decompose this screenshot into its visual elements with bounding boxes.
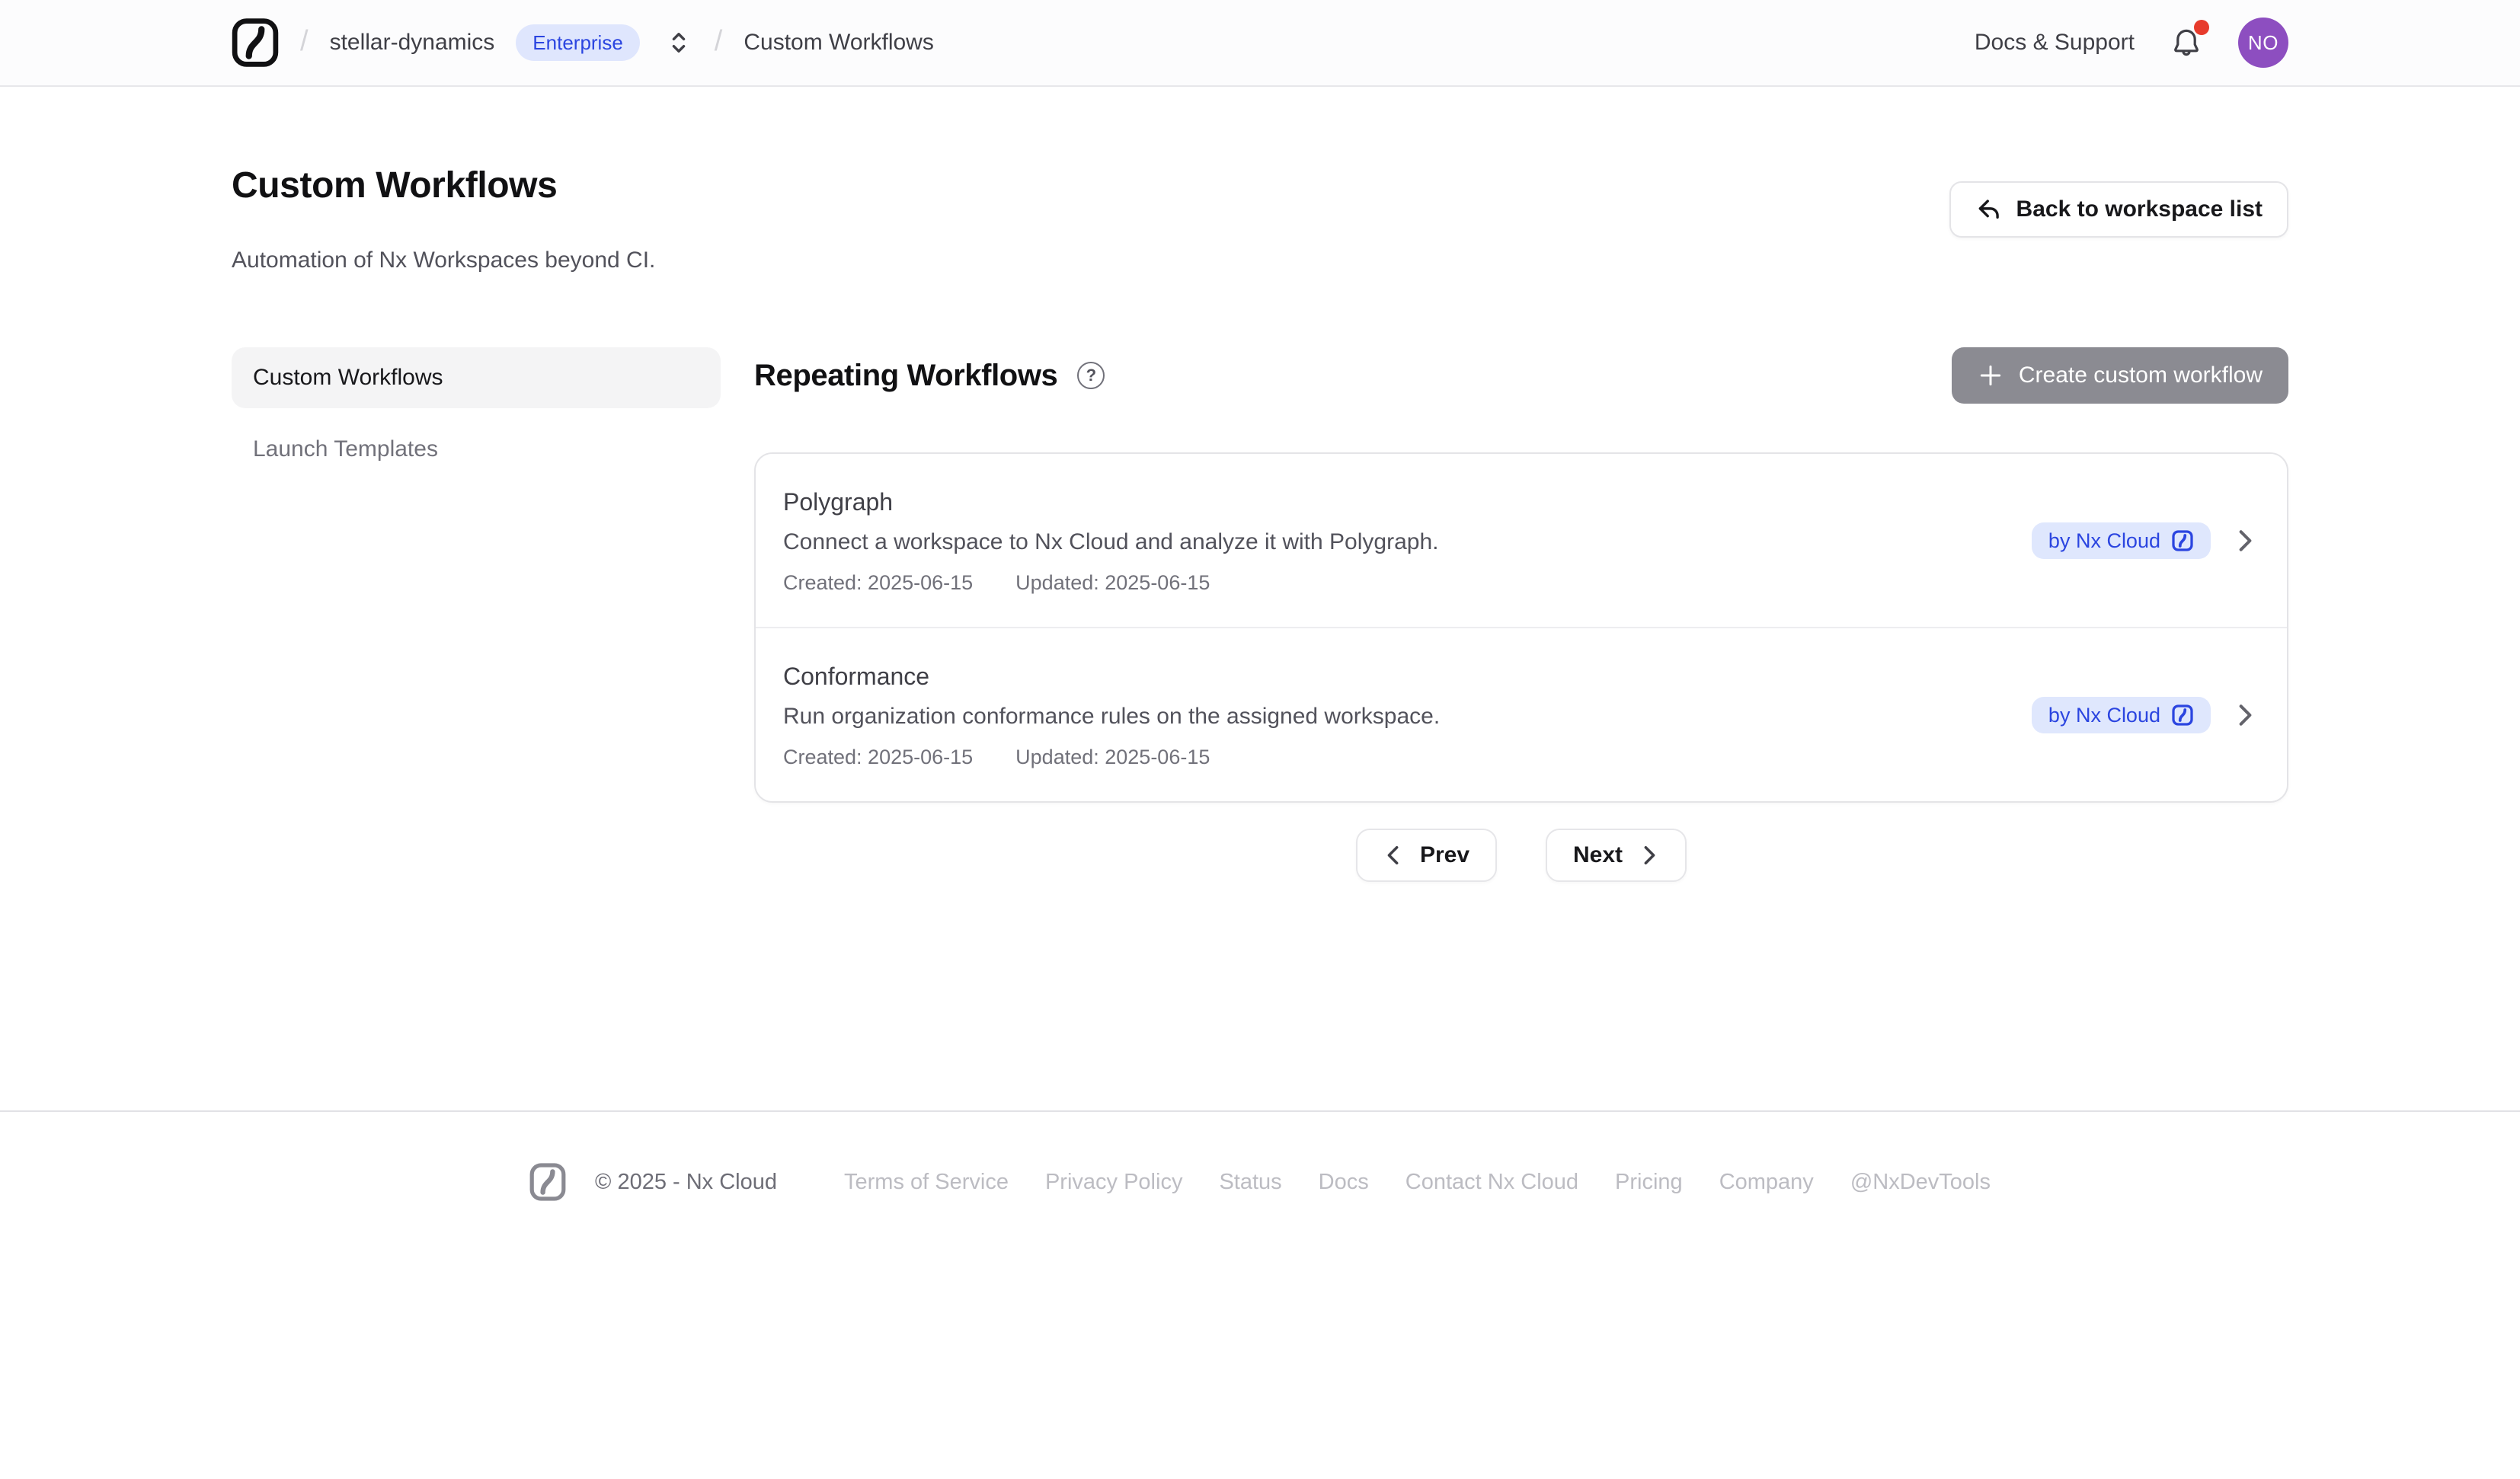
help-icon[interactable]: ? (1077, 362, 1105, 389)
nx-logo-icon (2171, 529, 2194, 552)
breadcrumb-current-page: Custom Workflows (744, 30, 934, 56)
footer: © 2025 - Nx Cloud Terms of Service Priva… (0, 1112, 2520, 1202)
by-nx-cloud-badge[interactable]: by Nx Cloud (2032, 697, 2211, 733)
repeating-workflows-heading: Repeating Workflows (754, 359, 1057, 393)
back-button-label: Back to workspace list (2016, 196, 2263, 222)
return-arrow-icon (1975, 196, 2001, 222)
workflows-list-card: Polygraph Connect a workspace to Nx Clou… (754, 452, 2288, 803)
prev-page-button[interactable]: Prev (1356, 829, 1497, 882)
workflow-row-polygraph[interactable]: Polygraph Connect a workspace to Nx Clou… (756, 454, 2287, 627)
page-subtitle: Automation of Nx Workspaces beyond CI. (232, 245, 655, 276)
copyright-text: © 2025 - Nx Cloud (595, 1170, 777, 1195)
page-heading-block: Custom Workflows Automation of Nx Worksp… (232, 161, 655, 276)
footer-link-status[interactable]: Status (1219, 1170, 1281, 1195)
workflow-description: Connect a workspace to Nx Cloud and anal… (783, 527, 1438, 557)
workflow-updated-date: Updated: 2025-06-15 (1015, 746, 1210, 769)
by-nx-cloud-badge[interactable]: by Nx Cloud (2032, 522, 2211, 559)
workflow-title: Polygraph (783, 486, 1438, 518)
plus-icon (1978, 363, 2004, 388)
footer-link-terms[interactable]: Terms of Service (844, 1170, 1009, 1195)
workflow-title: Conformance (783, 660, 1440, 692)
footer-link-pricing[interactable]: Pricing (1615, 1170, 1683, 1195)
create-button-label: Create custom workflow (2019, 363, 2263, 388)
workflow-row-conformance[interactable]: Conformance Run organization conformance… (756, 627, 2287, 801)
app-root: / stellar-dynamics Enterprise / Custom W… (0, 0, 2520, 1479)
workflow-created-date: Created: 2025-06-15 (783, 571, 973, 595)
nx-logo-icon (2171, 704, 2194, 727)
notifications-button[interactable] (2171, 26, 2202, 59)
top-navigation-bar: / stellar-dynamics Enterprise / Custom W… (0, 0, 2520, 87)
chevron-up-down-icon (667, 30, 690, 56)
docs-support-link[interactable]: Docs & Support (1975, 30, 2135, 56)
footer-link-company[interactable]: Company (1719, 1170, 1814, 1195)
page-title: Custom Workflows (232, 161, 655, 210)
workflow-updated-date: Updated: 2025-06-15 (1015, 571, 1210, 595)
workflows-panel: Repeating Workflows ? Create custom work… (754, 347, 2288, 882)
notification-badge-dot (2194, 20, 2209, 35)
sidebar-item-custom-workflows[interactable]: Custom Workflows (232, 347, 721, 408)
footer-link-nxdevtools[interactable]: @NxDevTools (1850, 1170, 1991, 1195)
footer-links: Terms of Service Privacy Policy Status D… (844, 1170, 1991, 1195)
sidebar-item-launch-templates[interactable]: Launch Templates (232, 419, 721, 480)
chevron-left-icon (1383, 844, 1403, 867)
workflow-created-date: Created: 2025-06-15 (783, 746, 973, 769)
settings-sidebar: Custom Workflows Launch Templates (232, 347, 721, 882)
nx-cloud-logo[interactable] (232, 17, 279, 69)
chevron-right-icon (2234, 528, 2256, 554)
footer-link-docs[interactable]: Docs (1319, 1170, 1369, 1195)
back-to-workspace-list-button[interactable]: Back to workspace list (1949, 181, 2288, 238)
next-button-label: Next (1573, 842, 1623, 868)
page-content: Custom Workflows Automation of Nx Worksp… (0, 87, 2520, 1110)
chevron-right-icon (2234, 702, 2256, 728)
workflow-description: Run organization conformance rules on th… (783, 701, 1440, 732)
breadcrumb: / stellar-dynamics Enterprise / Custom W… (232, 17, 934, 69)
breadcrumb-separator: / (300, 25, 309, 58)
plan-badge[interactable]: Enterprise (516, 24, 640, 61)
chevron-right-icon (1639, 844, 1659, 867)
breadcrumb-org-name[interactable]: stellar-dynamics (330, 30, 495, 56)
org-switcher-button[interactable] (664, 27, 693, 59)
breadcrumb-separator: / (715, 25, 723, 58)
pagination: Prev Next (754, 829, 2288, 882)
topbar-actions: Docs & Support NO (1975, 18, 2288, 68)
user-avatar[interactable]: NO (2238, 18, 2288, 68)
footer-link-privacy[interactable]: Privacy Policy (1045, 1170, 1183, 1195)
nx-footer-logo (529, 1162, 566, 1202)
next-page-button[interactable]: Next (1546, 829, 1687, 882)
create-custom-workflow-button[interactable]: Create custom workflow (1952, 347, 2288, 404)
footer-link-contact[interactable]: Contact Nx Cloud (1406, 1170, 1578, 1195)
badge-label: by Nx Cloud (2048, 703, 2160, 727)
badge-label: by Nx Cloud (2048, 529, 2160, 553)
prev-button-label: Prev (1420, 842, 1469, 868)
